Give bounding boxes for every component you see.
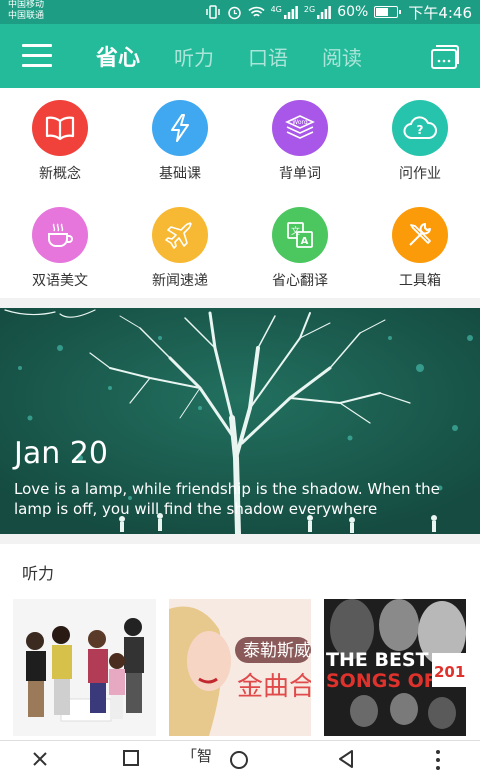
word-stack-icon: Word xyxy=(285,115,315,139)
band-photo-thumbnail[interactable] xyxy=(13,599,156,736)
grid-item-beidanci[interactable]: Word 背单词 xyxy=(240,100,360,183)
section-title[interactable]: 听力 xyxy=(22,560,54,584)
menu-button[interactable] xyxy=(22,44,52,68)
window-icon xyxy=(431,45,459,69)
status-icons: 4G 2G 60% 下午4:46 xyxy=(205,2,472,22)
window-switch-button[interactable] xyxy=(430,44,460,70)
carrier-info: 中国移动 中国联通 xyxy=(8,0,44,22)
bottom-center-text: 「智 xyxy=(182,747,213,765)
tab-speaking[interactable]: 口语 xyxy=(248,42,288,71)
carrier-1: 中国移动 xyxy=(8,0,45,10)
taylor-caption-2: 金曲合 xyxy=(237,672,311,702)
best-songs-badge: 2016 xyxy=(434,663,466,681)
translate-icon: 文 A xyxy=(287,222,313,248)
grid-item-jichuke[interactable]: 基础课 xyxy=(120,100,240,183)
word-badge-text: Word xyxy=(292,119,308,126)
grid-item-label: 背单词 xyxy=(279,166,321,182)
best-songs-caption-1: THE BEST xyxy=(326,649,429,671)
best-songs-thumbnail[interactable]: THE BEST SONGS OF 2016 xyxy=(324,599,466,736)
lightning-icon xyxy=(171,114,189,142)
battery-percent: 60% xyxy=(337,4,369,20)
more-options-icon[interactable] xyxy=(434,749,442,771)
grid-item-label: 工具箱 xyxy=(399,273,441,289)
grid-item-xingainian[interactable]: 新概念 xyxy=(0,100,120,183)
close-icon[interactable] xyxy=(30,749,50,769)
banner-quote: Love is a lamp, while friendship is the … xyxy=(14,480,440,518)
tools-icon xyxy=(409,223,431,246)
grid-item-label: 新概念 xyxy=(39,166,81,182)
grid-item-wenzuoye[interactable]: ? 问作业 xyxy=(360,100,480,183)
signal-2-icon xyxy=(317,5,332,19)
tab-reading[interactable]: 阅读 xyxy=(322,42,362,71)
grid-icon-circle xyxy=(32,100,88,156)
bottom-navigation-bar: 「智 xyxy=(0,740,480,772)
taylor-caption-1: 泰勒斯威 xyxy=(243,641,311,661)
home-icon[interactable] xyxy=(228,749,250,771)
network-1-label: 4G xyxy=(270,4,282,14)
grid-icon-circle xyxy=(32,207,88,263)
banner-date: Jan 20 xyxy=(14,436,108,471)
menu-line xyxy=(22,54,52,57)
coffee-cup-icon xyxy=(48,223,73,247)
grid-icon-circle: Word xyxy=(272,100,328,156)
grid-icon-circle: ? xyxy=(392,100,448,156)
question-cloud-icon: ? xyxy=(403,116,437,139)
taylor-swift-thumbnail[interactable]: 泰勒斯威 金曲合 xyxy=(169,599,311,736)
grid-icon-circle: 文 A xyxy=(272,207,328,263)
grid-item-gongjuxiang[interactable]: 工具箱 xyxy=(360,207,480,290)
carrier-2: 中国联通 xyxy=(8,11,45,21)
app-screen: 中国移动 中国联通 4G 2G 60% 下午4:46 省心 听力 口语 阅读 新… xyxy=(0,0,480,772)
svg-text:文: 文 xyxy=(291,225,300,237)
grid-icon-circle xyxy=(392,207,448,263)
status-bar: 中国移动 中国联通 4G 2G 60% 下午4:46 xyxy=(0,0,480,24)
wifi-icon xyxy=(248,6,265,17)
best-songs-image: THE BEST SONGS OF 2016 xyxy=(324,599,466,736)
svg-text:A: A xyxy=(301,236,309,247)
signal-1-icon xyxy=(283,5,298,19)
battery-icon xyxy=(374,6,402,18)
vibrate-icon xyxy=(205,5,220,19)
band-photo-image xyxy=(13,599,156,736)
grid-item-label: 双语美文 xyxy=(32,273,88,289)
tab-shengxin[interactable]: 省心 xyxy=(96,40,140,72)
airplane-icon xyxy=(165,222,192,249)
menu-line xyxy=(22,64,52,67)
tab-listening[interactable]: 听力 xyxy=(174,42,214,71)
grid-item-label: 新闻速递 xyxy=(152,273,208,289)
network-2-label: 2G xyxy=(303,4,316,14)
grid-item-label: 省心翻译 xyxy=(272,273,328,289)
grid-icon-circle xyxy=(152,207,208,263)
daily-quote-banner[interactable]: Jan 20 Love is a lamp, while friendship … xyxy=(0,308,480,534)
square-icon[interactable] xyxy=(122,749,142,769)
grid-item-shengxinfanyi[interactable]: 文 A 省心翻译 xyxy=(240,207,360,290)
menu-line xyxy=(22,44,52,47)
svg-text:?: ? xyxy=(417,123,424,137)
book-icon xyxy=(45,116,75,141)
alarm-icon xyxy=(227,6,241,19)
clock: 下午4:46 xyxy=(408,3,472,22)
grid-item-shuangyumeiwen[interactable]: 双语美文 xyxy=(0,207,120,290)
best-songs-caption-2: SONGS OF xyxy=(326,670,437,692)
back-icon[interactable] xyxy=(336,749,356,769)
listening-section: 听力 泰勒斯威 金曲合 THE BEST SONGS OF 201 xyxy=(0,544,480,740)
grid-item-label: 基础课 xyxy=(159,166,201,182)
battery-fill xyxy=(376,8,388,16)
taylor-swift-image: 泰勒斯威 金曲合 xyxy=(169,599,311,736)
feature-grid: 新概念 基础课 Word 背单词 ? 问作业 双语美文 新闻速递 文 A 省心翻… xyxy=(0,88,480,298)
grid-icon-circle xyxy=(152,100,208,156)
top-header: 省心 听力 口语 阅读 xyxy=(0,24,480,88)
grid-item-xinwensudi[interactable]: 新闻速递 xyxy=(120,207,240,290)
grid-item-label: 问作业 xyxy=(399,166,441,182)
top-tabs: 省心 听力 口语 阅读 xyxy=(96,24,362,88)
